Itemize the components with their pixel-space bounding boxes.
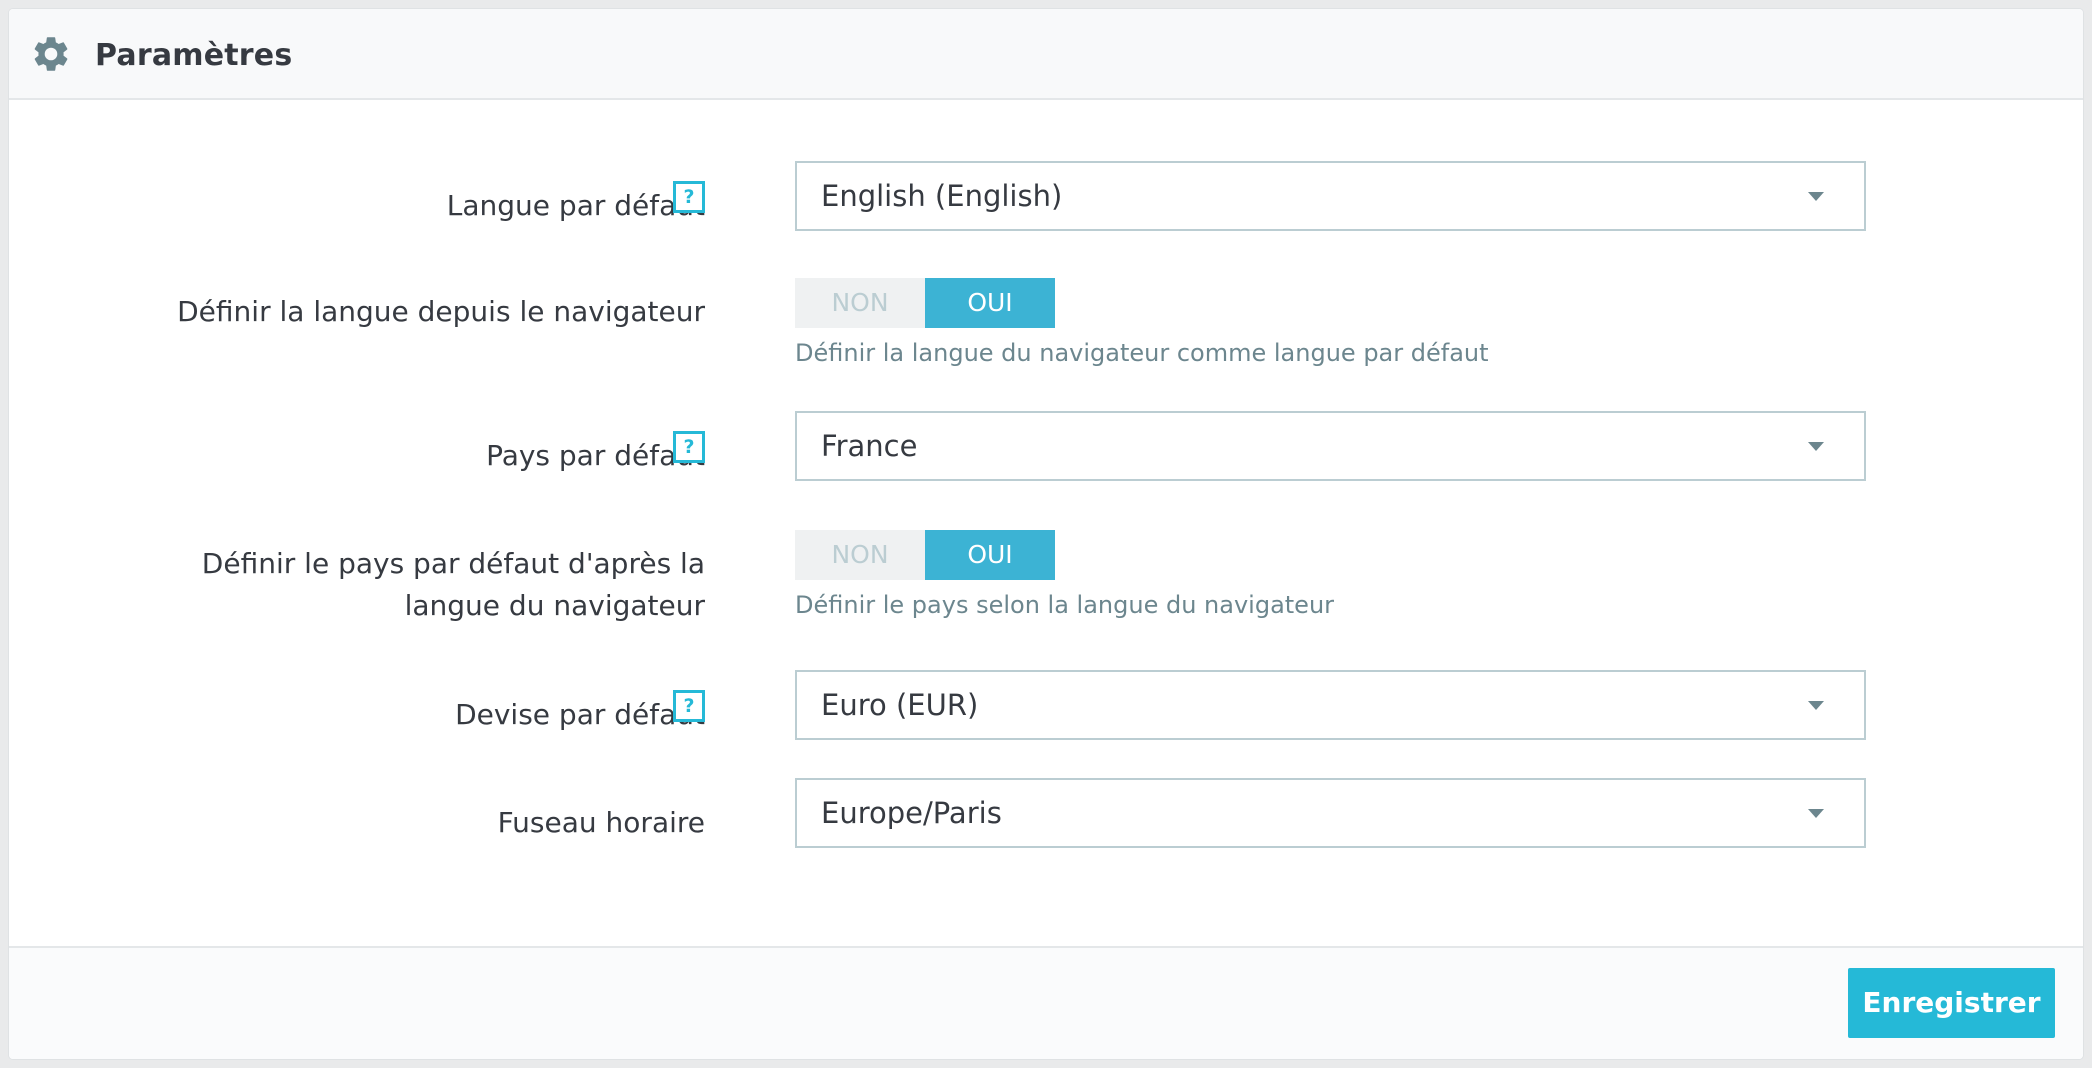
browser-language-switch[interactable]: NON OUI — [795, 278, 1055, 328]
default-country-select[interactable]: France — [795, 411, 1866, 481]
settings-panel: Paramètres Langue par défaut ? English (… — [8, 8, 2084, 1060]
timezone-value: Europe/Paris — [821, 796, 1002, 830]
browser-language-label: Définir la langue depuis le navigateur — [177, 295, 705, 328]
help-icon[interactable]: ? — [673, 181, 705, 213]
default-currency-label: Devise par défaut — [455, 698, 705, 731]
default-country-value: France — [821, 429, 918, 463]
panel-title: Paramètres — [95, 38, 293, 73]
panel-footer: Enregistrer — [9, 946, 2083, 1059]
switch-option-oui[interactable]: OUI — [925, 278, 1055, 328]
save-button[interactable]: Enregistrer — [1848, 968, 2055, 1038]
browser-country-switch[interactable]: NON OUI — [795, 530, 1055, 580]
default-currency-value: Euro (EUR) — [821, 688, 979, 722]
default-language-value: English (English) — [821, 179, 1063, 213]
default-language-label: Langue par défaut — [446, 189, 705, 222]
chevron-down-icon — [1808, 192, 1824, 201]
help-icon[interactable]: ? — [673, 690, 705, 722]
switch-option-non[interactable]: NON — [795, 278, 925, 328]
chevron-down-icon — [1808, 442, 1824, 451]
browser-country-label-line2: langue du navigateur — [404, 589, 705, 622]
browser-language-hint: Définir la langue du navigateur comme la… — [795, 339, 1489, 367]
chevron-down-icon — [1808, 701, 1824, 710]
chevron-down-icon — [1808, 809, 1824, 818]
default-language-select[interactable]: English (English) — [795, 161, 1866, 231]
timezone-label: Fuseau horaire — [497, 806, 705, 839]
switch-option-oui[interactable]: OUI — [925, 530, 1055, 580]
browser-country-label-line1: Définir le pays par défaut d'après la — [201, 547, 705, 580]
switch-option-non[interactable]: NON — [795, 530, 925, 580]
panel-header: Paramètres — [9, 9, 2083, 100]
timezone-select[interactable]: Europe/Paris — [795, 778, 1866, 848]
gear-icon — [30, 33, 72, 75]
help-icon[interactable]: ? — [673, 431, 705, 463]
browser-country-hint: Définir le pays selon la langue du navig… — [795, 591, 1335, 619]
default-currency-select[interactable]: Euro (EUR) — [795, 670, 1866, 740]
